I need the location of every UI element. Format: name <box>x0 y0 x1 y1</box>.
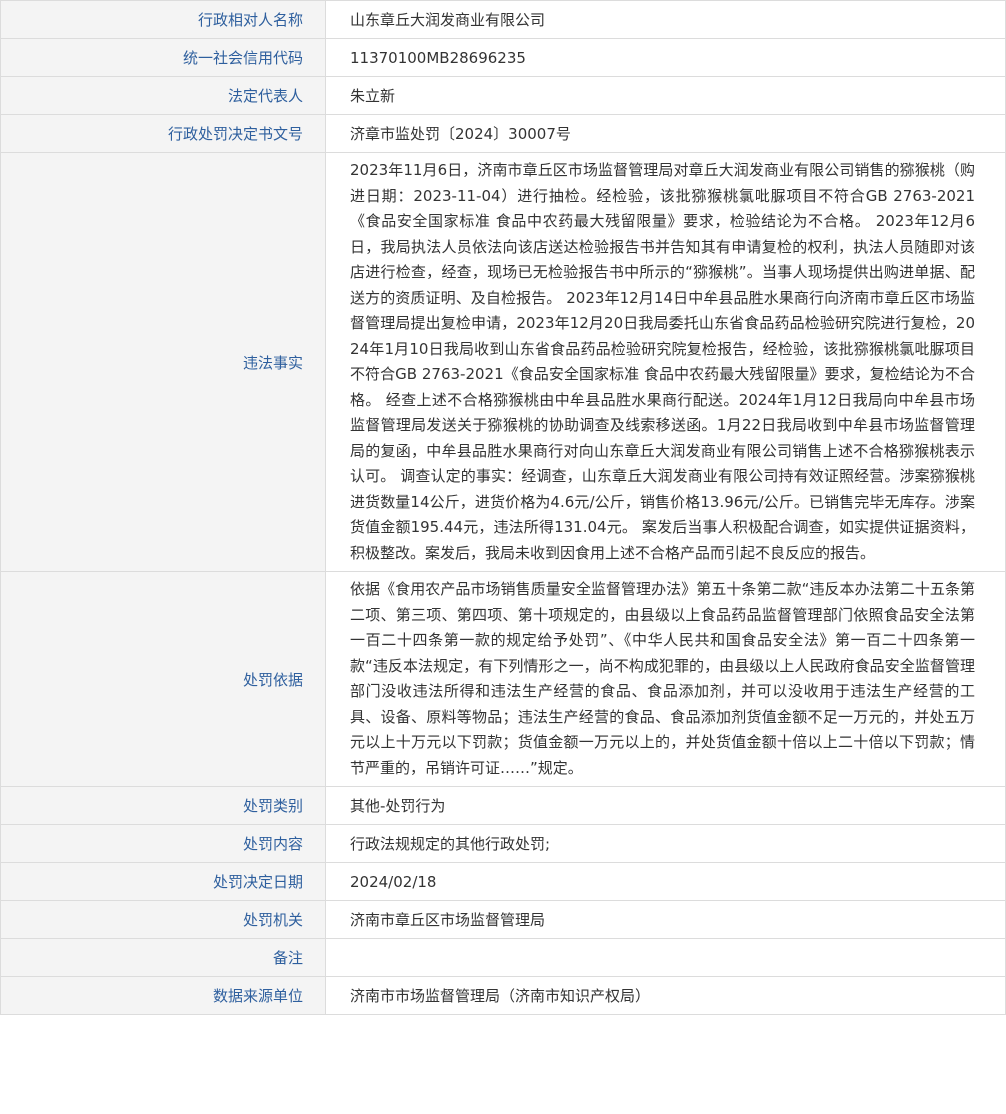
value-legal-rep: 朱立新 <box>325 76 1006 115</box>
label-penalty-content: 处罚内容 <box>0 824 326 863</box>
label-decision-number: 行政处罚决定书文号 <box>0 114 326 153</box>
value-violation-facts: 2023年11月6日，济南市章丘区市场监督管理局对章丘大润发商业有限公司销售的猕… <box>325 152 1006 572</box>
value-decision-number: 济章市监处罚〔2024〕30007号 <box>325 114 1006 153</box>
label-penalty-category: 处罚类别 <box>0 786 326 825</box>
row-remarks: 备注 <box>0 938 1006 977</box>
value-credit-code: 11370100MB28696235 <box>325 38 1006 77</box>
label-credit-code: 统一社会信用代码 <box>0 38 326 77</box>
label-penalty-basis: 处罚依据 <box>0 571 326 787</box>
label-penalty-authority: 处罚机关 <box>0 900 326 939</box>
label-party-name: 行政相对人名称 <box>0 0 326 39</box>
value-penalty-category: 其他-处罚行为 <box>325 786 1006 825</box>
label-remarks: 备注 <box>0 938 326 977</box>
row-penalty-category: 处罚类别 其他-处罚行为 <box>0 786 1006 825</box>
value-party-name: 山东章丘大润发商业有限公司 <box>325 0 1006 39</box>
row-penalty-content: 处罚内容 行政法规规定的其他行政处罚; <box>0 824 1006 863</box>
row-legal-rep: 法定代表人 朱立新 <box>0 76 1006 115</box>
row-violation-facts: 违法事实 2023年11月6日，济南市章丘区市场监督管理局对章丘大润发商业有限公… <box>0 152 1006 572</box>
value-remarks <box>325 938 1006 977</box>
label-legal-rep: 法定代表人 <box>0 76 326 115</box>
row-credit-code: 统一社会信用代码 11370100MB28696235 <box>0 38 1006 77</box>
row-penalty-basis: 处罚依据 依据《食用农产品市场销售质量安全监督管理办法》第五十条第二款“违反本办… <box>0 571 1006 787</box>
label-data-source: 数据来源单位 <box>0 976 326 1015</box>
row-decision-number: 行政处罚决定书文号 济章市监处罚〔2024〕30007号 <box>0 114 1006 153</box>
row-data-source: 数据来源单位 济南市市场监督管理局（济南市知识产权局） <box>0 976 1006 1015</box>
penalty-detail-table: 行政相对人名称 山东章丘大润发商业有限公司 统一社会信用代码 11370100M… <box>0 0 1006 1015</box>
label-decision-date: 处罚决定日期 <box>0 862 326 901</box>
row-party-name: 行政相对人名称 山东章丘大润发商业有限公司 <box>0 0 1006 39</box>
value-data-source: 济南市市场监督管理局（济南市知识产权局） <box>325 976 1006 1015</box>
value-penalty-basis: 依据《食用农产品市场销售质量安全监督管理办法》第五十条第二款“违反本办法第二十五… <box>325 571 1006 787</box>
row-decision-date: 处罚决定日期 2024/02/18 <box>0 862 1006 901</box>
row-penalty-authority: 处罚机关 济南市章丘区市场监督管理局 <box>0 900 1006 939</box>
value-decision-date: 2024/02/18 <box>325 862 1006 901</box>
value-penalty-content: 行政法规规定的其他行政处罚; <box>325 824 1006 863</box>
label-violation-facts: 违法事实 <box>0 152 326 572</box>
value-penalty-authority: 济南市章丘区市场监督管理局 <box>325 900 1006 939</box>
